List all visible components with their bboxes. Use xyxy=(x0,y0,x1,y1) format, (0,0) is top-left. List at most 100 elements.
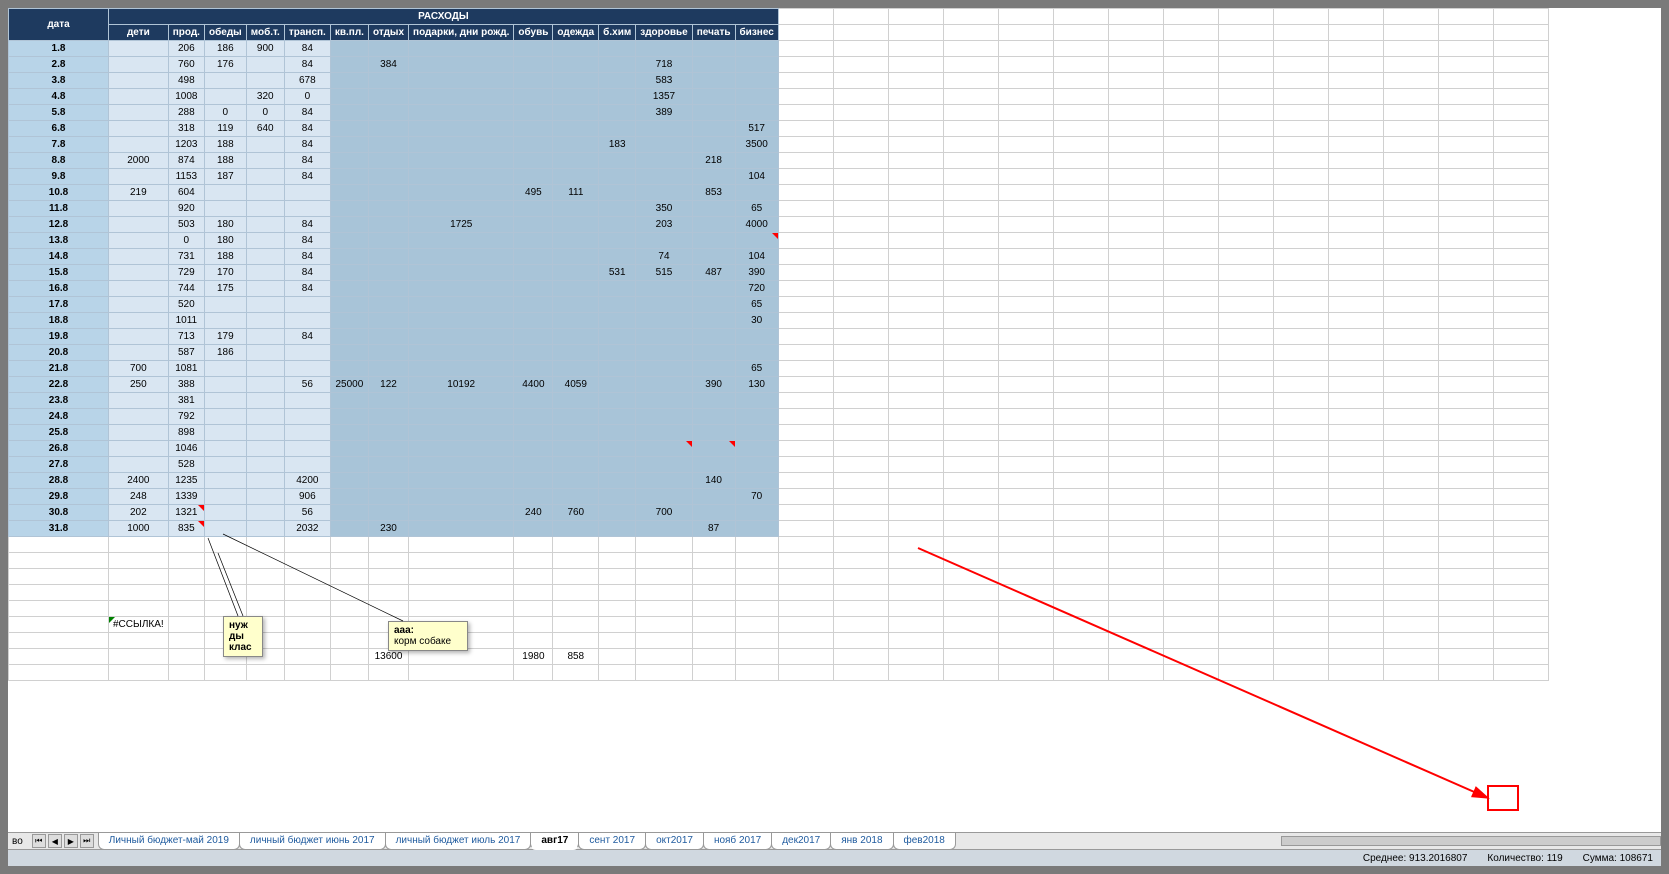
data-cell[interactable] xyxy=(368,73,408,89)
blank-cell[interactable] xyxy=(1273,361,1328,377)
blank-cell[interactable] xyxy=(943,249,998,265)
blank-cell[interactable] xyxy=(1108,601,1163,617)
data-cell[interactable] xyxy=(204,393,246,409)
data-cell[interactable]: 180 xyxy=(204,217,246,233)
blank-cell[interactable] xyxy=(1328,265,1383,281)
data-cell[interactable]: 320 xyxy=(246,89,284,105)
blank-cell[interactable] xyxy=(1163,73,1218,89)
blank-cell[interactable] xyxy=(692,569,735,585)
data-cell[interactable] xyxy=(599,281,636,297)
data-cell[interactable] xyxy=(330,297,368,313)
data-cell[interactable] xyxy=(368,361,408,377)
data-cell[interactable] xyxy=(330,201,368,217)
blank-cell[interactable] xyxy=(833,393,888,409)
blank-cell[interactable] xyxy=(1108,489,1163,505)
blank-cell[interactable] xyxy=(1163,489,1218,505)
data-cell[interactable]: 2000 xyxy=(109,153,169,169)
blank-header[interactable] xyxy=(1328,25,1383,41)
blank-cell[interactable] xyxy=(778,201,833,217)
data-cell[interactable]: 503 xyxy=(168,217,204,233)
blank-cell[interactable] xyxy=(833,249,888,265)
blank-cell[interactable] xyxy=(998,265,1053,281)
date-cell[interactable]: 18.8 xyxy=(9,313,109,329)
data-cell[interactable] xyxy=(553,233,599,249)
blank-cell[interactable] xyxy=(1438,633,1493,649)
blank-cell[interactable] xyxy=(1493,297,1548,313)
data-cell[interactable]: 515 xyxy=(636,265,693,281)
blank-cell[interactable] xyxy=(1438,233,1493,249)
data-cell[interactable] xyxy=(368,169,408,185)
data-cell[interactable]: 84 xyxy=(284,169,330,185)
blank-cell[interactable] xyxy=(943,313,998,329)
blank-cell[interactable] xyxy=(1053,281,1108,297)
data-cell[interactable] xyxy=(330,329,368,345)
sheet-tab-0[interactable]: Личный бюджет-май 2019 xyxy=(98,833,240,850)
blank-cell[interactable] xyxy=(833,217,888,233)
blank-cell[interactable] xyxy=(998,57,1053,73)
data-cell[interactable] xyxy=(692,105,735,121)
blank-cell[interactable] xyxy=(833,233,888,249)
data-cell[interactable] xyxy=(553,217,599,233)
blank-cell[interactable] xyxy=(888,505,943,521)
data-cell[interactable] xyxy=(636,313,693,329)
data-cell[interactable] xyxy=(368,249,408,265)
blank-header[interactable] xyxy=(1493,25,1548,41)
blank-header[interactable] xyxy=(998,9,1053,25)
data-cell[interactable] xyxy=(246,505,284,521)
blank-cell[interactable] xyxy=(1493,233,1548,249)
blank-cell[interactable] xyxy=(1273,457,1328,473)
data-cell[interactable] xyxy=(692,249,735,265)
blank-cell[interactable] xyxy=(1163,553,1218,569)
blank-cell[interactable] xyxy=(943,297,998,313)
data-cell[interactable]: 65 xyxy=(735,201,778,217)
blank-cell[interactable] xyxy=(1438,569,1493,585)
blank-header[interactable] xyxy=(1273,25,1328,41)
data-cell[interactable]: 119 xyxy=(204,121,246,137)
data-cell[interactable] xyxy=(599,57,636,73)
data-cell[interactable] xyxy=(368,185,408,201)
blank-cell[interactable] xyxy=(1108,665,1163,681)
data-cell[interactable]: 718 xyxy=(636,57,693,73)
blank-cell[interactable] xyxy=(1383,265,1438,281)
blank-cell[interactable] xyxy=(109,601,169,617)
blank-cell[interactable] xyxy=(1108,617,1163,633)
data-cell[interactable] xyxy=(409,441,514,457)
data-cell[interactable]: 1235 xyxy=(168,473,204,489)
blank-cell[interactable] xyxy=(409,665,514,681)
data-cell[interactable] xyxy=(514,121,553,137)
data-cell[interactable] xyxy=(368,153,408,169)
data-cell[interactable] xyxy=(204,313,246,329)
blank-header[interactable] xyxy=(1273,9,1328,25)
blank-cell[interactable] xyxy=(943,585,998,601)
data-cell[interactable] xyxy=(246,425,284,441)
data-cell[interactable] xyxy=(368,89,408,105)
blank-cell[interactable] xyxy=(778,585,833,601)
blank-cell[interactable] xyxy=(599,537,636,553)
blank-cell[interactable] xyxy=(1493,377,1548,393)
blank-cell[interactable] xyxy=(833,617,888,633)
blank-cell[interactable] xyxy=(1328,249,1383,265)
blank-cell[interactable] xyxy=(1163,153,1218,169)
blank-cell[interactable] xyxy=(1328,505,1383,521)
blank-cell[interactable] xyxy=(1053,345,1108,361)
data-cell[interactable] xyxy=(553,249,599,265)
data-cell[interactable] xyxy=(246,153,284,169)
blank-cell[interactable] xyxy=(246,569,284,585)
blank-cell[interactable] xyxy=(1163,185,1218,201)
sheet-tab-9[interactable]: фев2018 xyxy=(893,833,956,850)
blank-cell[interactable] xyxy=(1163,329,1218,345)
blank-cell[interactable] xyxy=(330,633,368,649)
data-cell[interactable]: 84 xyxy=(284,153,330,169)
blank-cell[interactable] xyxy=(1383,553,1438,569)
date-cell[interactable]: 7.8 xyxy=(9,137,109,153)
blank-cell[interactable] xyxy=(9,537,109,553)
data-cell[interactable] xyxy=(109,233,169,249)
data-cell[interactable]: 760 xyxy=(168,57,204,73)
blank-cell[interactable] xyxy=(998,665,1053,681)
data-cell[interactable] xyxy=(636,137,693,153)
data-cell[interactable] xyxy=(514,409,553,425)
blank-cell[interactable] xyxy=(833,345,888,361)
blank-cell[interactable] xyxy=(1163,585,1218,601)
blank-cell[interactable] xyxy=(1328,345,1383,361)
data-cell[interactable] xyxy=(368,233,408,249)
